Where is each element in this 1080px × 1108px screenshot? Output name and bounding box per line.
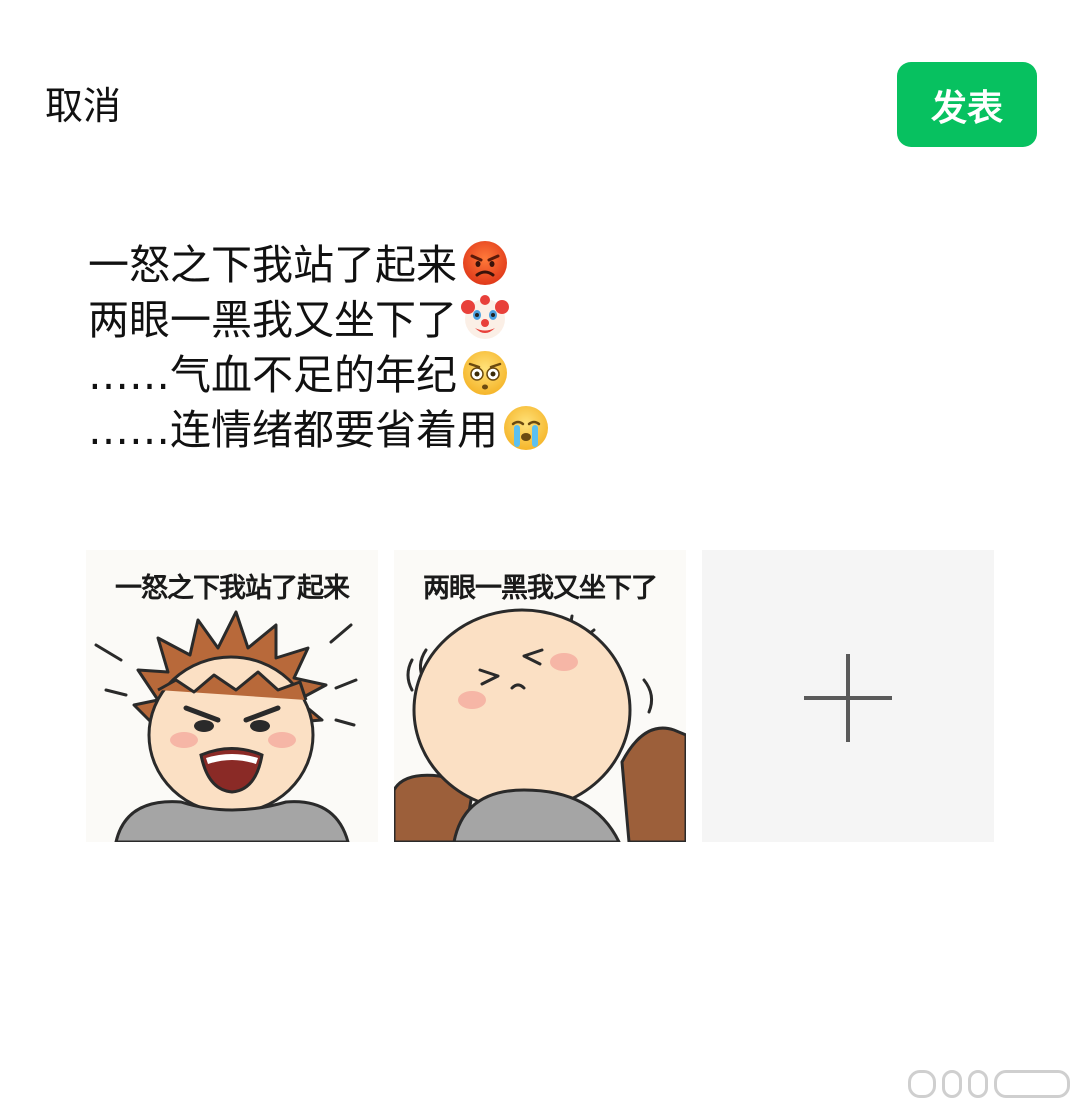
- post-text-area[interactable]: 一怒之下我站了起来 两眼一黑我又坐下了 ……气血不足的年纪 ……连情绪都要省着用: [88, 238, 988, 458]
- image-caption: 两眼一黑我又坐下了: [423, 573, 658, 604]
- post-line-text: ……连情绪都要省着用: [88, 406, 498, 454]
- image-thumbnail-1[interactable]: 一怒之下我站了起来: [86, 550, 378, 842]
- watermark-mark: [908, 1070, 936, 1098]
- angry-face-icon: [463, 241, 507, 285]
- post-line-1: 一怒之下我站了起来: [88, 238, 988, 293]
- compose-moment-screen: 取消 发表 一怒之下我站了起来 两眼一黑我又坐下了 ……气血不足的年纪 ……连情…: [0, 0, 1080, 1108]
- watermark: [908, 1070, 1070, 1098]
- watermark-mark: [942, 1070, 962, 1098]
- image-thumbnail-2[interactable]: 两眼一黑我又坐下了: [394, 550, 686, 842]
- cancel-button[interactable]: 取消: [45, 80, 121, 132]
- watermark-mark: [994, 1070, 1070, 1098]
- clown-face-icon: [461, 295, 509, 339]
- watermark-mark: [968, 1070, 988, 1098]
- post-line-text: 两眼一黑我又坐下了: [88, 296, 457, 344]
- publish-button[interactable]: 发表: [897, 62, 1037, 147]
- image-caption: 一怒之下我站了起来: [115, 573, 350, 604]
- post-line-text: 一怒之下我站了起来: [88, 241, 457, 289]
- add-image-button[interactable]: [702, 550, 994, 842]
- flushed-face-icon: [463, 351, 507, 395]
- post-line-text: ……气血不足的年纪: [88, 351, 457, 399]
- crying-face-icon: [504, 406, 548, 450]
- plus-icon: [804, 654, 892, 742]
- post-line-4: ……连情绪都要省着用: [88, 403, 988, 458]
- post-line-3: ……气血不足的年纪: [88, 348, 988, 403]
- post-line-2: 两眼一黑我又坐下了: [88, 293, 988, 348]
